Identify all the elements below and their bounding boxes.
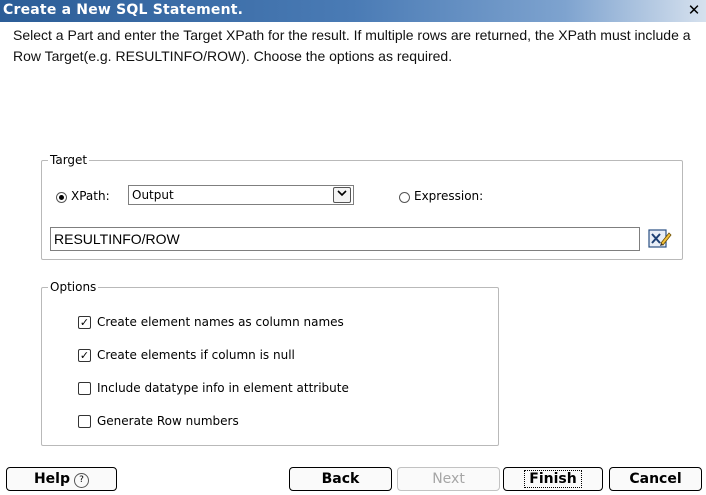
next-button[interactable]: Next (397, 467, 500, 491)
xpath-radio[interactable] (56, 192, 67, 203)
dialog-title: Create a New SQL Statement. (3, 2, 244, 18)
chevron-down-icon[interactable] (333, 187, 351, 203)
expression-radio-label: Expression: (414, 189, 484, 203)
part-select-value: Output (132, 188, 174, 202)
option-label-datatype-info: Include datatype info in element attribu… (97, 381, 349, 395)
option-label-row-numbers: Generate Row numbers (97, 414, 239, 428)
xpath-editor-icon[interactable] (648, 228, 672, 250)
xpath-field[interactable] (50, 227, 640, 251)
help-button-label: Help (33, 471, 71, 487)
finish-button[interactable]: Finish (503, 467, 603, 491)
expression-radio[interactable] (399, 192, 410, 203)
part-select[interactable]: Output (128, 185, 354, 205)
option-checkbox-column-names[interactable]: ✓ (78, 316, 91, 329)
option-label-null-elements: Create elements if column is null (97, 348, 295, 362)
cancel-button-label: Cancel (629, 471, 682, 487)
back-button[interactable]: Back (289, 467, 392, 491)
cancel-button[interactable]: Cancel (609, 467, 702, 491)
option-label-column-names: Create element names as column names (97, 315, 344, 329)
option-checkbox-row-numbers[interactable] (78, 415, 91, 428)
next-button-label: Next (432, 471, 465, 487)
help-icon: ? (74, 473, 90, 488)
xpath-input[interactable] (54, 229, 634, 249)
help-button[interactable]: Help? (6, 467, 117, 491)
close-icon[interactable]: ✕ (686, 1, 702, 19)
instructions-text: Select a Part and enter the Target XPath… (13, 27, 691, 64)
title-bar: Create a New SQL Statement. ✕ (0, 0, 706, 22)
button-bar: Help? Back Next Finish Cancel (0, 459, 706, 495)
finish-button-label: Finish (524, 470, 582, 488)
target-legend: Target (50, 153, 88, 167)
option-checkbox-datatype-info[interactable] (78, 382, 91, 395)
option-checkbox-null-elements[interactable]: ✓ (78, 349, 91, 362)
options-legend: Options (50, 280, 97, 294)
xpath-radio-label: XPath: (71, 189, 110, 203)
back-button-label: Back (321, 471, 360, 487)
